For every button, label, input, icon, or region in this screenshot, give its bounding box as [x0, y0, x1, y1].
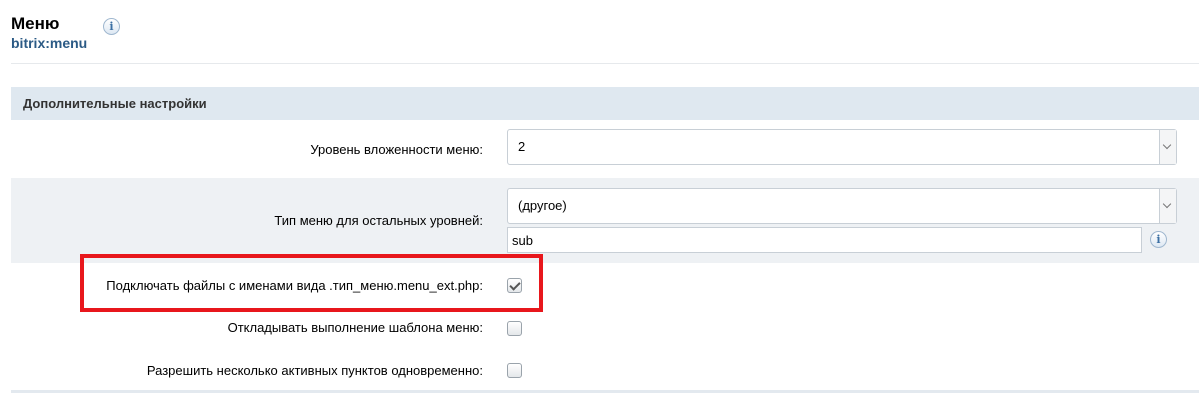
child-menu-type-select[interactable]: (другое): [507, 188, 1177, 224]
setting-row-allow-multi-select: Разрешить несколько активных пунктов одн…: [11, 349, 1199, 390]
header-divider: [11, 63, 1199, 64]
child-menu-type-label: Тип меню для остальных уровней:: [274, 213, 483, 228]
allow-multi-select-label: Разрешить несколько активных пунктов одн…: [146, 363, 483, 378]
section-title: Дополнительные настройки: [23, 96, 207, 111]
child-menu-type-input[interactable]: [507, 227, 1142, 253]
allow-multi-select-checkbox[interactable]: [507, 363, 522, 378]
child-menu-type-value: (другое): [518, 198, 567, 213]
info-icon[interactable]: i: [103, 18, 120, 35]
max-level-value: 2: [518, 139, 526, 154]
setting-row-delay: Откладывать выполнение шаблона меню:: [11, 309, 1199, 349]
section-bottom-border: [11, 390, 1199, 393]
info-icon[interactable]: i: [1150, 231, 1167, 248]
max-level-label: Уровень вложенности меню:: [310, 142, 483, 157]
chevron-down-icon[interactable]: [1159, 130, 1176, 164]
component-id: bitrix:menu: [11, 35, 88, 51]
page-title: Меню: [11, 14, 60, 33]
delay-checkbox[interactable]: [507, 321, 522, 336]
delay-label: Откладывать выполнение шаблона меню:: [227, 320, 483, 335]
chevron-down-icon[interactable]: [1159, 189, 1176, 223]
highlight-frame: [80, 254, 543, 312]
section-header: Дополнительные настройки: [11, 87, 1199, 120]
component-header: Меню bitrix:menu: [11, 14, 87, 51]
max-level-select[interactable]: 2: [507, 129, 1177, 165]
